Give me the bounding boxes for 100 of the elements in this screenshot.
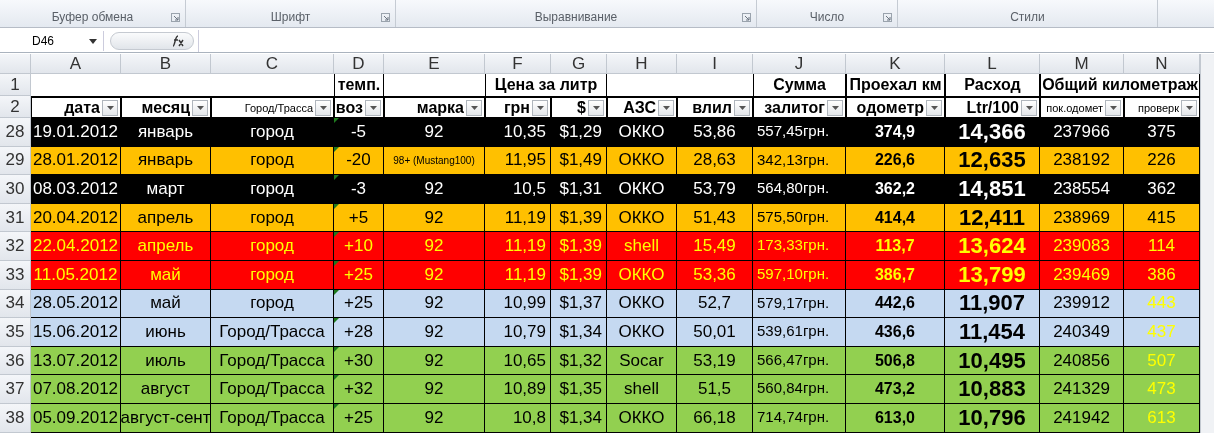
- row-header[interactable]: 28: [0, 118, 31, 147]
- table-cell: 92: [384, 375, 485, 404]
- row-header[interactable]: 30: [0, 175, 31, 204]
- header-cell: темп.: [334, 74, 384, 96]
- column-header[interactable]: H: [607, 54, 677, 74]
- caret-icon: [831, 105, 839, 110]
- table-cell: 11,454: [945, 318, 1040, 347]
- ribbon-group-label: Шрифт: [270, 10, 311, 24]
- column-title: марка: [416, 98, 464, 117]
- filter-button[interactable]: [1021, 99, 1037, 116]
- row-header[interactable]: 33: [0, 260, 31, 290]
- row-header[interactable]: 32: [0, 232, 31, 261]
- table-cell: $1,39: [551, 260, 607, 290]
- row-header[interactable]: 31: [0, 203, 31, 233]
- column-header[interactable]: A: [31, 54, 121, 74]
- table-cell: 11.05.2012: [31, 260, 121, 290]
- row-header[interactable]: 36: [0, 346, 31, 376]
- table-cell: 52,7: [677, 289, 753, 319]
- table-cell: 20.04.2012: [31, 203, 121, 233]
- table-cell: 14,366: [945, 118, 1040, 147]
- table-cell: 239912: [1040, 289, 1124, 319]
- column-header[interactable]: K: [846, 54, 945, 74]
- column-header[interactable]: C: [211, 54, 334, 74]
- column-header[interactable]: G: [551, 54, 607, 74]
- filter-button[interactable]: [315, 99, 331, 116]
- row-header[interactable]: 37: [0, 375, 31, 404]
- table-cell: 173,33грн.: [753, 232, 846, 261]
- table-cell: 414,4: [846, 203, 945, 233]
- table-cell: 226,6: [846, 146, 945, 176]
- table-cell: 92: [384, 403, 485, 433]
- table-cell: 92: [384, 175, 485, 204]
- dialog-launcher-icon[interactable]: [883, 13, 892, 22]
- column-header[interactable]: E: [384, 54, 485, 74]
- table-cell: апрель: [121, 232, 211, 261]
- vertical-scrollbar[interactable]: [1200, 54, 1214, 433]
- table-cell: 10,495: [945, 346, 1040, 376]
- filter-button[interactable]: [588, 99, 604, 116]
- dialog-launcher-icon[interactable]: [171, 13, 180, 22]
- filter-button[interactable]: [734, 99, 750, 116]
- caret-icon: [662, 105, 670, 110]
- table-cell: 10,796: [945, 403, 1040, 433]
- header-cell: Общий километраж: [1040, 74, 1200, 96]
- table-cell: 53,36: [677, 260, 753, 290]
- row-header[interactable]: 35: [0, 318, 31, 347]
- filter-button[interactable]: [926, 99, 942, 116]
- table-cell: $1,39: [551, 203, 607, 233]
- filter-button[interactable]: [365, 99, 381, 116]
- table-cell: 07.08.2012: [31, 375, 121, 404]
- table-cell: 53,86: [677, 118, 753, 147]
- table-cell: $1,34: [551, 318, 607, 347]
- column-header[interactable]: N: [1124, 54, 1200, 74]
- filter-button[interactable]: [192, 99, 208, 116]
- header-cell: Цена за литр: [485, 74, 607, 96]
- column-header[interactable]: M: [1040, 54, 1124, 74]
- filter-button[interactable]: [466, 99, 482, 116]
- filter-button[interactable]: [102, 99, 118, 116]
- table-cell: январь: [121, 146, 211, 176]
- column-header[interactable]: J: [753, 54, 846, 74]
- row-header[interactable]: 38: [0, 403, 31, 433]
- column-header[interactable]: L: [945, 54, 1040, 74]
- table-cell: ОККО: [607, 118, 677, 147]
- table-cell: +25: [334, 289, 384, 319]
- table-cell: $1,32: [551, 346, 607, 376]
- column-header[interactable]: F: [485, 54, 551, 74]
- table-cell: 10,89: [485, 375, 551, 404]
- table-cell: Город/Трасса: [211, 375, 334, 404]
- table-cell: Город/Трасса: [211, 318, 334, 347]
- column-header[interactable]: I: [677, 54, 753, 74]
- dialog-launcher-icon[interactable]: [742, 13, 751, 22]
- name-box[interactable]: D46: [0, 31, 104, 51]
- table-cell: 239083: [1040, 232, 1124, 261]
- filter-button[interactable]: [1181, 99, 1197, 116]
- table-cell: $1,39: [551, 232, 607, 261]
- table-cell: 92: [384, 318, 485, 347]
- table-cell: январь: [121, 118, 211, 147]
- table-cell: -20: [334, 146, 384, 176]
- table-cell: 92: [384, 118, 485, 147]
- column-header[interactable]: B: [121, 54, 211, 74]
- column-title: месяц: [141, 98, 190, 117]
- column-header[interactable]: D: [334, 54, 384, 74]
- row-header[interactable]: 34: [0, 289, 31, 319]
- row-header[interactable]: 29: [0, 146, 31, 176]
- row-header[interactable]: 1: [0, 74, 31, 96]
- table-cell: 11,19: [485, 203, 551, 233]
- insert-function-icon[interactable]: [171, 35, 185, 47]
- dialog-launcher-icon[interactable]: [381, 13, 390, 22]
- filter-button[interactable]: [658, 99, 674, 116]
- filter-button[interactable]: [827, 99, 843, 116]
- table-cell: 566,47грн.: [753, 346, 846, 376]
- filter-button[interactable]: [532, 99, 548, 116]
- caret-icon: [369, 105, 377, 110]
- table-cell: 92: [384, 232, 485, 261]
- table-cell: 28.05.2012: [31, 289, 121, 319]
- table-cell: 575,50грн.: [753, 203, 846, 233]
- filter-button[interactable]: [1105, 99, 1121, 116]
- table-cell: +30: [334, 346, 384, 376]
- row-header[interactable]: 2: [0, 96, 31, 118]
- column-title: $: [577, 98, 586, 117]
- table-cell: 15.06.2012: [31, 318, 121, 347]
- column-title: одометр: [856, 98, 924, 117]
